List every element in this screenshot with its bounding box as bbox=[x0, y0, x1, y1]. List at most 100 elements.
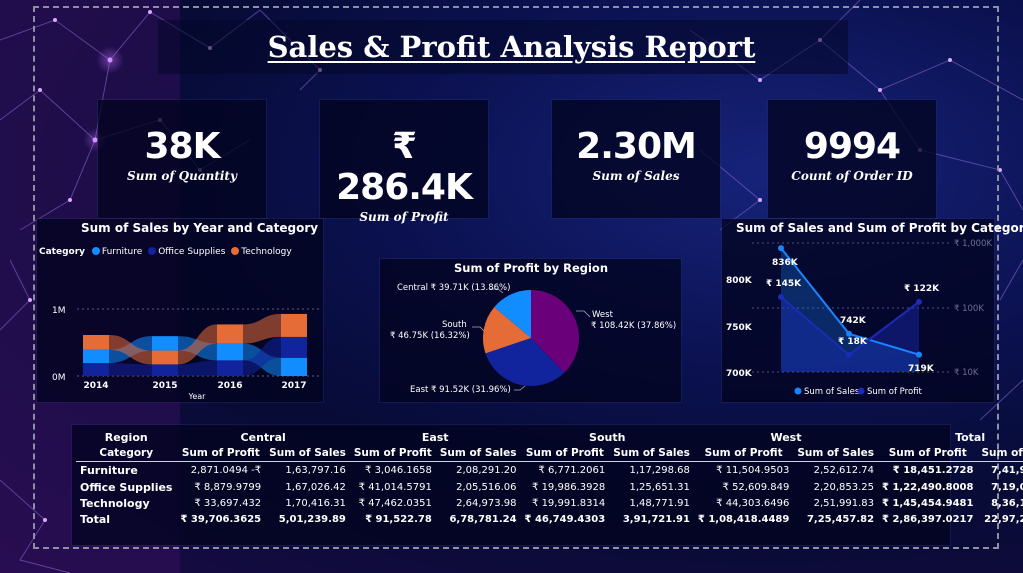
region-header[interactable]: Central bbox=[176, 430, 349, 445]
table-cell: ₹ 8,879.9799 bbox=[194, 482, 262, 493]
table-cell: 7,19,047.03 bbox=[991, 482, 1023, 493]
table-cell: ₹ 33,697.432 bbox=[194, 498, 262, 509]
right-axis-tick: ₹ 100K bbox=[954, 304, 984, 314]
table-cell: ₹ 41,014.5791 bbox=[358, 482, 432, 493]
table-cell: 3,91,721.91 bbox=[622, 514, 690, 525]
row-category: Furniture bbox=[80, 464, 138, 478]
legend-item: Sum of Sales bbox=[804, 387, 860, 397]
corner-region: Region bbox=[104, 431, 148, 444]
table-cell: ₹ 1,08,418.4489 bbox=[697, 514, 790, 525]
table-cell: 7,41,999.80 bbox=[991, 465, 1023, 477]
measure-header[interactable]: Sum of Sales bbox=[435, 445, 521, 462]
kpi-value: 2.30M bbox=[576, 126, 697, 167]
table-cell: 1,25,651.31 bbox=[629, 482, 690, 493]
bar-segment-furniture[interactable] bbox=[83, 349, 109, 364]
measure-header[interactable]: Sum of Profit bbox=[176, 445, 266, 462]
region-header[interactable]: West bbox=[694, 430, 878, 445]
table-row[interactable]: Furniture 2,871.0494 -₹ 1,63,797.16 ₹ 3,046… bbox=[76, 462, 1023, 480]
data-label: 742K bbox=[840, 316, 867, 326]
kpi-value: 9994 bbox=[803, 126, 901, 167]
sales-point[interactable] bbox=[916, 351, 922, 358]
leader-line bbox=[472, 326, 485, 332]
kpi-card-quantity[interactable]: 38K Sum of Quantity bbox=[98, 100, 266, 218]
profit-point[interactable] bbox=[916, 298, 922, 305]
table-cell: 1,17,298.68 bbox=[629, 465, 690, 477]
line-chart-panel[interactable]: Sum of Sales and Sum of Profit by Catego… bbox=[722, 219, 1023, 402]
pie-label: East ₹ 91.52K (31.96%) bbox=[410, 385, 511, 395]
kpi-card-orders[interactable]: 9994 Count of Order ID bbox=[768, 100, 936, 218]
table-cell: 6,78,781.24 bbox=[449, 514, 517, 525]
right-axis-tick: ₹ 10K bbox=[954, 368, 979, 378]
table-cell: 2,52,612.74 bbox=[813, 465, 875, 477]
table-cell: ₹ 39,706.3625 bbox=[180, 514, 262, 525]
chart-title: Sum of Profit by Region bbox=[454, 261, 608, 275]
profit-point[interactable] bbox=[778, 294, 784, 301]
table-cell: ₹ 91,522.78 bbox=[365, 514, 432, 525]
table-row[interactable]: Total ₹ 39,706.3625 5,01,239.89 ₹ 91,522.78… bbox=[76, 512, 1023, 528]
pie-label: ₹ 108.42K (37.86%) bbox=[591, 321, 676, 331]
table-cell: 2,08,291.20 bbox=[456, 465, 517, 477]
bar-segment-technology[interactable] bbox=[152, 350, 178, 365]
table-cell: 2,05,516.06 bbox=[456, 482, 517, 493]
kpi-card-sales[interactable]: 2.30M Sum of Sales bbox=[552, 100, 720, 218]
table-cell: 8,36,154.03 bbox=[991, 498, 1023, 509]
bar-segment-furniture[interactable] bbox=[217, 343, 243, 361]
table-row[interactable]: Office Supplies ₹ 8,879.9799 1,67,026.42 ₹ … bbox=[76, 480, 1023, 496]
profit-point[interactable] bbox=[846, 351, 852, 358]
measure-header[interactable]: Sum of Sales bbox=[265, 445, 350, 462]
table-cell: 2,51,991.83 bbox=[813, 498, 875, 509]
bar-segment-furniture[interactable] bbox=[152, 336, 178, 351]
ribbon-office-supplies[interactable] bbox=[109, 363, 152, 376]
table-cell: ₹ 3,046.1658 bbox=[365, 465, 432, 477]
left-axis-tick: 700K bbox=[726, 369, 753, 379]
table-cell: ₹ 52,609.849 bbox=[722, 482, 790, 493]
ribbon-chart-panel[interactable]: Sum of Sales by Year and Category Catego… bbox=[37, 219, 323, 402]
measure-header[interactable]: Sum of Profit bbox=[878, 445, 978, 462]
bar-segment-technology[interactable] bbox=[281, 313, 307, 337]
bar-segment-office-supplies[interactable] bbox=[281, 336, 307, 358]
pie-label: Central ₹ 39.71K (13.86%) bbox=[397, 283, 510, 293]
table-cell: ₹ 11,504.9503 bbox=[716, 465, 790, 477]
y-tick-label: 0M bbox=[52, 373, 66, 383]
region-header[interactable]: South bbox=[521, 430, 694, 445]
table-cell: 1,67,026.42 bbox=[285, 482, 346, 493]
kpi-label: Sum of Quantity bbox=[127, 169, 237, 183]
table-cell: 1,63,797.16 bbox=[285, 465, 346, 477]
region-header[interactable]: East bbox=[350, 430, 521, 445]
bar-segment-technology[interactable] bbox=[83, 335, 109, 350]
bar-segment-furniture[interactable] bbox=[281, 357, 307, 376]
kpi-value: ₹ 286.4K bbox=[336, 126, 473, 208]
pie-chart-panel[interactable]: Sum of Profit by Region Central ₹ 39.71K… bbox=[380, 259, 681, 402]
legend-dot-icon bbox=[794, 387, 802, 395]
bar-segment-technology[interactable] bbox=[217, 324, 243, 344]
measure-header[interactable]: Sum of Profit bbox=[693, 445, 794, 462]
sales-point[interactable] bbox=[778, 245, 784, 252]
sales-profit-matrix: Region Central East South West Total Cat… bbox=[76, 430, 1023, 528]
bar-segment-office-supplies[interactable] bbox=[217, 360, 243, 376]
table-cell: 2,871.0494 -₹ bbox=[190, 465, 262, 477]
corner-category: Category bbox=[76, 445, 177, 462]
sales-point[interactable] bbox=[846, 330, 852, 337]
data-label: ₹ 18K bbox=[838, 337, 868, 347]
left-axis-tick: 800K bbox=[726, 276, 753, 286]
line-chart: 800K 750K 700K ₹ 1,000K ₹ 100K ₹ 10K 836… bbox=[726, 239, 992, 397]
row-category: Technology bbox=[80, 497, 150, 510]
report-title: Sales & Profit Analysis Report bbox=[267, 30, 756, 64]
measure-header[interactable]: Sum of Sales bbox=[609, 445, 694, 462]
measure-header[interactable]: Sum of Sales bbox=[977, 445, 1023, 462]
measure-header[interactable]: Sum of Sales bbox=[793, 445, 879, 462]
bar-segment-office-supplies[interactable] bbox=[83, 363, 109, 376]
measure-header[interactable]: Sum of Profit bbox=[349, 445, 436, 462]
table-row[interactable]: Technology ₹ 33,697.432 1,70,416.31 ₹ 47,46… bbox=[76, 496, 1023, 512]
matrix-panel[interactable]: Region Central East South West Total Cat… bbox=[72, 425, 1023, 545]
kpi-card-profit[interactable]: ₹ 286.4K Sum of Profit bbox=[320, 100, 488, 224]
data-label: 836K bbox=[772, 258, 799, 268]
bar-segment-office-supplies[interactable] bbox=[152, 364, 178, 376]
table-cell: ₹ 1,45,454.9481 bbox=[882, 498, 974, 509]
pie-label: West bbox=[592, 310, 614, 320]
header-row-measure: Category Sum of Profit Sum of Sales Sum … bbox=[76, 445, 1023, 462]
measure-header[interactable]: Sum of Profit bbox=[520, 445, 610, 462]
row-category: Office Supplies bbox=[80, 481, 173, 494]
table-cell: ₹ 18,451.2728 bbox=[892, 465, 974, 477]
pie-chart: Sum of Profit by Region Central ₹ 39.71K… bbox=[390, 261, 676, 395]
